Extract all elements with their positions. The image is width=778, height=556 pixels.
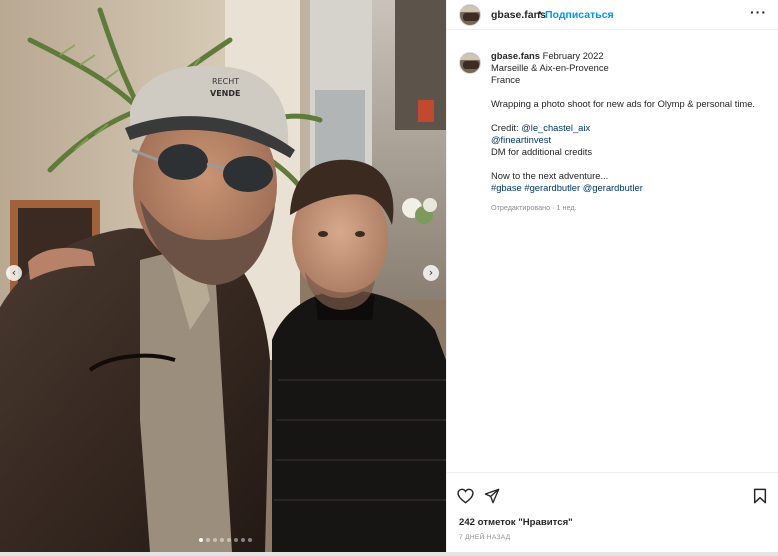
credit-label: Credit:	[491, 122, 519, 133]
heart-icon[interactable]	[457, 488, 474, 504]
more-options-icon[interactable]: ···	[750, 4, 767, 20]
caption-body: Wrapping a photo shoot for new ads for O…	[491, 98, 756, 109]
dm-credits-line: DM for additional credits	[491, 146, 593, 157]
photo-image: RECHT VENDE	[0, 0, 446, 552]
carousel-dot	[227, 538, 231, 542]
carousel-dot	[241, 538, 245, 542]
author-avatar[interactable]	[459, 4, 481, 26]
share-icon[interactable]	[484, 488, 500, 504]
caption-avatar[interactable]	[459, 52, 481, 74]
caption-section: gbase.fans February 2022 Marseille & Aix…	[447, 30, 778, 472]
cap-logo-bottom: VENDE	[210, 89, 240, 98]
post-photo[interactable]: RECHT VENDE ‹ ›	[0, 0, 446, 552]
post-details-panel: gbase.fans • Подписаться ··· gbase.fans …	[446, 0, 778, 552]
caption-date: February 2022	[542, 50, 604, 61]
mention-fineartinvest[interactable]: @fineartinvest	[491, 134, 551, 145]
sunglasses	[158, 144, 208, 180]
caption-username[interactable]: gbase.fans	[491, 50, 540, 61]
actions-bar: 242 отметок "Нравится" 7 ДНЕЙ НАЗАД	[447, 472, 778, 552]
mention-le-chastel-aix[interactable]: @le_chastel_aix	[521, 122, 590, 133]
carousel-dot	[220, 538, 224, 542]
caption-location-2: France	[491, 74, 521, 85]
caption-text: gbase.fans February 2022 Marseille & Aix…	[491, 50, 771, 214]
carousel-dot	[206, 538, 210, 542]
carousel-next-button[interactable]: ›	[423, 265, 439, 281]
carousel-dots	[199, 538, 252, 542]
edited-timestamp: Отредактировано · 1 нед.	[491, 203, 577, 212]
mention-gerardbutler[interactable]: @gerardbutler	[583, 182, 643, 193]
caption-location-1: Marseille & Aix-en-Provence	[491, 62, 609, 73]
cap-logo-top: RECHT	[212, 77, 239, 86]
carousel-dot	[213, 538, 217, 542]
hashtag-gerardbutler[interactable]: #gerardbutler	[524, 182, 580, 193]
next-adventure-line: Now to the next adventure...	[491, 170, 609, 181]
post-timestamp[interactable]: 7 ДНЕЙ НАЗАД	[459, 534, 510, 541]
carousel-dot	[248, 538, 252, 542]
bookmark-icon[interactable]	[753, 488, 767, 504]
header-separator: •	[538, 8, 542, 19]
hashtag-gbase[interactable]: #gbase	[491, 182, 522, 193]
bottom-edge	[0, 552, 778, 556]
post-header: gbase.fans • Подписаться ···	[447, 0, 778, 30]
follow-button[interactable]: Подписаться	[545, 9, 614, 21]
carousel-dot	[199, 538, 203, 542]
carousel-prev-button[interactable]: ‹	[6, 265, 22, 281]
likes-count[interactable]: 242 отметок "Нравится"	[459, 517, 573, 528]
carousel-dot	[234, 538, 238, 542]
